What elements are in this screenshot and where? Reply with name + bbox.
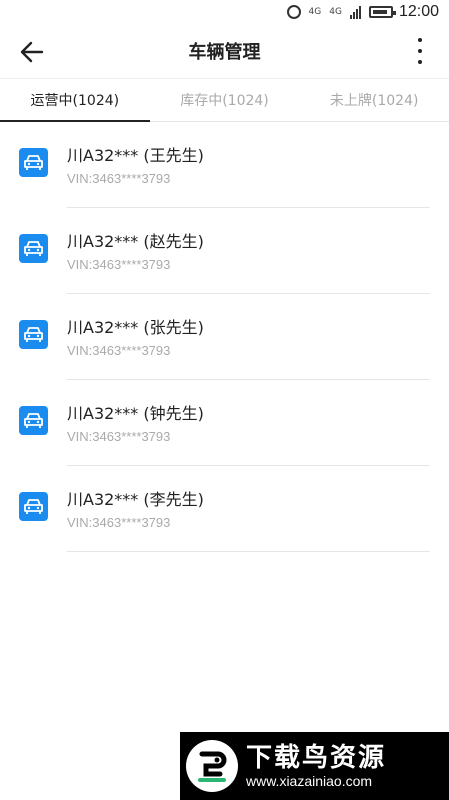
vehicle-vin: VIN:3463****3793 [67, 171, 171, 186]
car-icon [19, 492, 48, 521]
vehicle-plate: 川A32*** (李先生) [67, 490, 204, 509]
vehicle-vin: VIN:3463****3793 [67, 343, 171, 358]
back-button[interactable] [18, 38, 46, 66]
vehicle-plate: 川A32*** (赵先生) [67, 232, 204, 251]
car-icon [19, 148, 48, 177]
alarm-icon [286, 5, 301, 19]
arrow-left-icon [20, 41, 44, 63]
vehicle-vin: VIN:3463****3793 [67, 429, 171, 444]
vehicle-vin: VIN:3463****3793 [67, 257, 171, 272]
vehicle-vin: VIN:3463****3793 [67, 515, 171, 530]
divider [67, 551, 430, 552]
list-item[interactable]: 川A32*** (钟先生) VIN:3463****3793 [0, 380, 449, 466]
car-icon [19, 406, 48, 435]
list-item[interactable]: 川A32*** (张先生) VIN:3463****3793 [0, 294, 449, 380]
car-icon [19, 234, 48, 263]
list-item[interactable]: 川A32*** (王先生) VIN:3463****3793 [0, 122, 449, 208]
watermark-title: 下载鸟资源 [246, 743, 387, 773]
vehicle-plate: 川A32*** (王先生) [67, 146, 204, 165]
signal-icon [349, 5, 361, 19]
network-4g-label-1: 4G [308, 6, 322, 17]
status-bar: 4G 4G 12:00 [0, 0, 449, 24]
list-item[interactable]: 川A32*** (李先生) VIN:3463****3793 [0, 466, 449, 552]
bird-logo-icon [186, 740, 238, 792]
status-icons: 4G 4G [286, 5, 396, 19]
tab-inventory[interactable]: 库存中(1024) [150, 79, 300, 121]
app-header: 车辆管理 [0, 24, 449, 78]
watermark-banner: 下载鸟资源 www.xiazainiao.com [180, 732, 449, 800]
network-4g-label-2: 4G [329, 6, 342, 17]
car-icon [19, 320, 48, 349]
more-vertical-icon [418, 38, 422, 42]
tab-bar: 运营中(1024) 库存中(1024) 未上牌(1024) [0, 78, 449, 122]
page-title: 车辆管理 [188, 42, 261, 63]
tab-unregistered[interactable]: 未上牌(1024) [299, 79, 449, 121]
vehicle-plate: 川A32*** (钟先生) [67, 404, 204, 423]
more-button[interactable] [415, 36, 425, 66]
watermark-url: www.xiazainiao.com [246, 773, 373, 789]
tab-operating[interactable]: 运营中(1024) [0, 79, 150, 122]
battery-icon [368, 6, 396, 18]
vehicle-plate: 川A32*** (张先生) [67, 318, 204, 337]
watermark-text: 下载鸟资源 www.xiazainiao.com [246, 743, 386, 789]
status-time: 12:00 [398, 3, 439, 20]
vehicle-list: 川A32*** (王先生) VIN:3463****3793 川A32*** (… [0, 122, 449, 552]
list-item[interactable]: 川A32*** (赵先生) VIN:3463****3793 [0, 208, 449, 294]
